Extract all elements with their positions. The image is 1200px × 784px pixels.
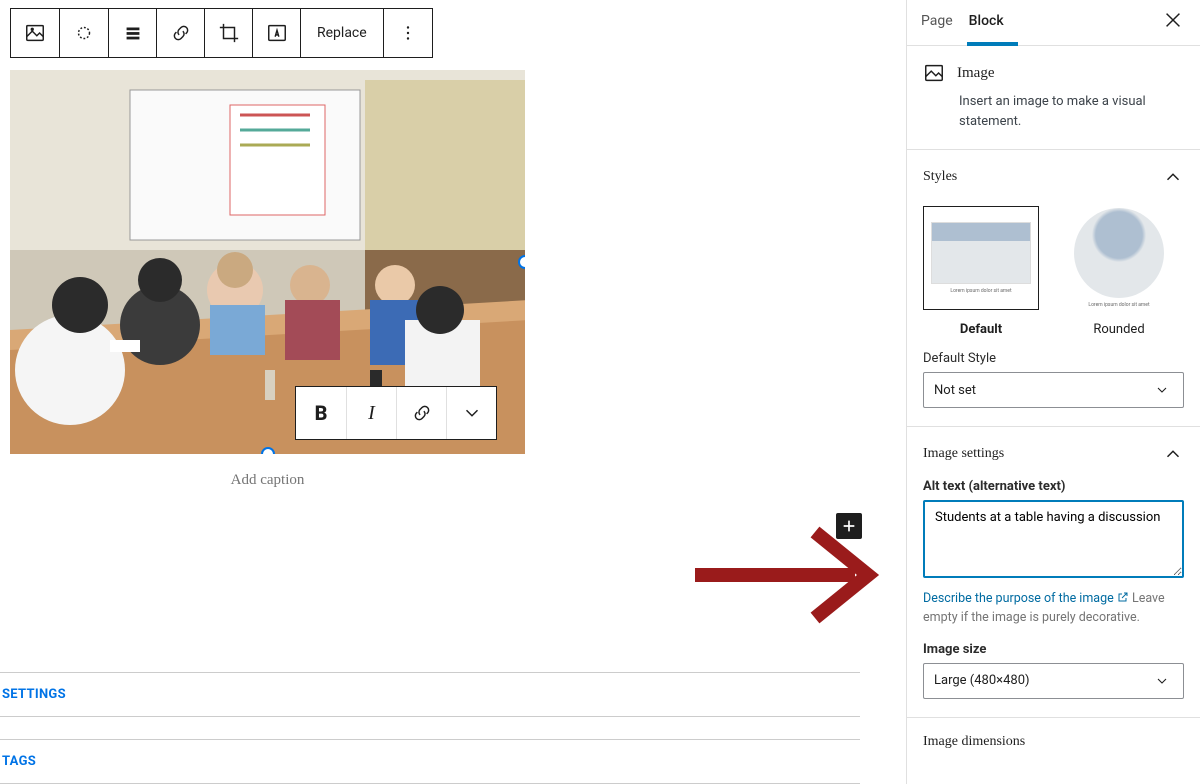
more-options-button[interactable]	[384, 9, 432, 57]
add-block-button[interactable]	[836, 513, 862, 539]
image-dimensions-label: Image dimensions	[907, 718, 1200, 750]
caption-toolbar: B I	[295, 386, 497, 440]
image-size-select[interactable]: Large (480×480)	[923, 663, 1184, 699]
tags-panel-header[interactable]: TAGS	[0, 739, 860, 784]
style-option-default[interactable]: Lorem ipsum dolor sit amet Default	[923, 206, 1039, 337]
image-settings-panel: Image settings Alt text (alternative tex…	[907, 427, 1200, 718]
block-card: Image Insert an image to make a visual s…	[907, 46, 1200, 150]
chevron-down-icon	[1154, 673, 1170, 689]
caption-link-button[interactable]	[396, 387, 446, 439]
image-icon	[24, 22, 46, 44]
close-icon	[1162, 9, 1184, 31]
styles-panel-toggle[interactable]: Styles	[923, 166, 1184, 188]
alt-text-help-link[interactable]: Describe the purpose of the image	[923, 591, 1129, 606]
text-overlay-button[interactable]	[252, 9, 300, 57]
close-sidebar-button[interactable]	[1158, 5, 1188, 40]
image-icon	[923, 62, 945, 84]
tab-block[interactable]: Block	[967, 0, 1018, 46]
chevron-up-icon	[1162, 443, 1184, 465]
alt-text-help: Describe the purpose of the image Leave …	[923, 590, 1184, 628]
align-bars-button[interactable]	[108, 9, 156, 57]
settings-sidebar: Page Block Image Insert an image to make…	[906, 0, 1200, 784]
align-button[interactable]	[60, 9, 108, 57]
replace-button[interactable]: Replace	[301, 9, 383, 57]
default-style-label: Default Style	[923, 351, 1184, 366]
italic-button[interactable]: I	[346, 387, 396, 439]
tab-page[interactable]: Page	[919, 0, 967, 46]
link-button[interactable]	[156, 9, 204, 57]
block-toolbar: Replace	[10, 8, 433, 58]
alt-text-input[interactable]	[923, 500, 1184, 578]
text-overlay-icon	[266, 22, 288, 44]
chevron-up-icon	[1162, 166, 1184, 188]
align-bars-icon	[122, 22, 144, 44]
more-vertical-icon	[397, 22, 419, 44]
settings-panel-header[interactable]: SETTINGS	[0, 672, 860, 717]
resize-handle-right[interactable]	[518, 255, 525, 269]
caption-more-button[interactable]	[446, 387, 496, 439]
caption-placeholder[interactable]: Add caption	[231, 472, 305, 488]
image-settings-toggle[interactable]: Image settings	[923, 443, 1184, 465]
bold-button[interactable]: B	[296, 387, 346, 439]
style-option-rounded[interactable]: Lorem ipsum dolor sit amet Rounded	[1061, 206, 1177, 337]
external-link-icon	[1117, 591, 1129, 603]
crop-icon	[218, 22, 240, 44]
default-style-select[interactable]: Not set	[923, 372, 1184, 408]
link-icon	[170, 22, 192, 44]
resize-handle-bottom[interactable]	[261, 447, 275, 454]
crop-button[interactable]	[204, 9, 252, 57]
block-card-title: Image	[957, 65, 994, 82]
alt-text-label: Alt text (alternative text)	[923, 479, 1184, 494]
block-card-desc: Insert an image to make a visual stateme…	[959, 92, 1184, 131]
plus-icon	[841, 518, 857, 534]
align-dots-icon	[73, 22, 95, 44]
styles-panel: Styles Lorem ipsum dolor sit amet Defaul…	[907, 150, 1200, 427]
chevron-down-icon	[1154, 382, 1170, 398]
chevron-down-icon	[461, 402, 483, 424]
image-size-label: Image size	[923, 642, 1184, 657]
bottom-meta-panels: SETTINGS TAGS	[0, 648, 860, 784]
annotation-arrow	[690, 520, 895, 630]
link-icon	[411, 402, 433, 424]
block-type-image-button[interactable]	[11, 9, 59, 57]
